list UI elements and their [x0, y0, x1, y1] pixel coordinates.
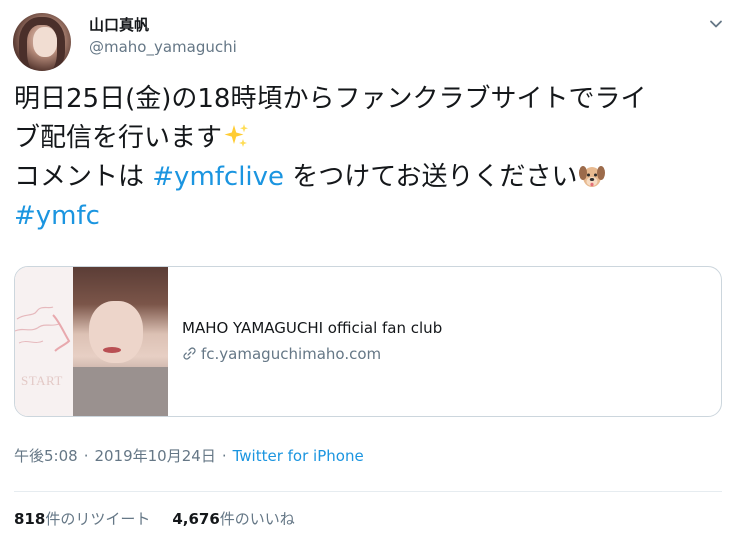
likes-count: 4,676	[172, 510, 220, 528]
tweet-line-2-text: ブ配信を行います	[14, 123, 223, 153]
hashtag-ymfc-link[interactable]: #ymfc	[14, 201, 100, 231]
meta-separator-2: ·	[221, 447, 227, 465]
tweet-line-4: #ymfc	[14, 197, 714, 236]
author-handle[interactable]: @maho_yamaguchi	[89, 38, 237, 56]
tweet-line-3-suffix: をつけてお送りください	[284, 162, 578, 192]
likes-stat[interactable]: 4,676件のいいね	[172, 510, 294, 528]
tweet-line-2: ブ配信を行います	[14, 119, 714, 158]
tweet-meta: 午後5:08 · 2019年10月24日 · Twitter for iPhone	[14, 445, 364, 466]
card-thumbnail: START	[15, 267, 168, 416]
link-preview-card[interactable]: START MAHO YAMAGUCHI official fan club f…	[14, 266, 722, 417]
card-url-text: fc.yamaguchimaho.com	[201, 345, 382, 363]
handwritten-logo	[15, 306, 71, 352]
card-thumbnail-sweater	[73, 367, 168, 416]
chevron-down-icon[interactable]	[708, 16, 724, 32]
sparkles-icon	[224, 124, 249, 147]
tweet-source-link[interactable]: Twitter for iPhone	[233, 447, 364, 465]
tweet-line-3-prefix: コメントは	[14, 162, 153, 192]
dog-face-icon	[578, 166, 605, 187]
retweets-stat[interactable]: 818件のリツイート	[14, 510, 150, 528]
meta-separator: ·	[83, 447, 89, 465]
likes-label: 件のいいね	[219, 510, 295, 528]
tweet-date[interactable]: 2019年10月24日	[94, 447, 215, 465]
card-thumbnail-caption: START	[21, 373, 63, 388]
avatar-face	[33, 27, 57, 57]
link-icon	[183, 347, 196, 360]
divider	[14, 491, 722, 492]
hashtag-ymfclive-link[interactable]: #ymfclive	[152, 162, 284, 192]
retweets-count: 818	[14, 510, 46, 528]
card-title: MAHO YAMAGUCHI official fan club	[182, 319, 443, 337]
tweet-line-1: 明日25日(金)の18時頃からファンクラブサイトでライ	[14, 84, 647, 114]
card-thumbnail-lips	[103, 347, 121, 353]
avatar[interactable]	[13, 13, 71, 71]
author-name[interactable]: 山口真帆	[89, 14, 149, 35]
retweets-label: 件のリツイート	[45, 510, 151, 528]
card-thumbnail-face	[89, 301, 143, 363]
tweet-line-3: コメントは #ymfclive をつけてお送りください	[14, 158, 714, 197]
card-url: fc.yamaguchimaho.com	[182, 345, 381, 363]
tweet-text: 明日25日(金)の18時頃からファンクラブサイトでライ ブ配信を行います コメン…	[14, 80, 714, 236]
tweet-time[interactable]: 午後5:08	[14, 447, 78, 465]
tweet-stats: 818件のリツイート 4,676件のいいね	[14, 508, 295, 529]
